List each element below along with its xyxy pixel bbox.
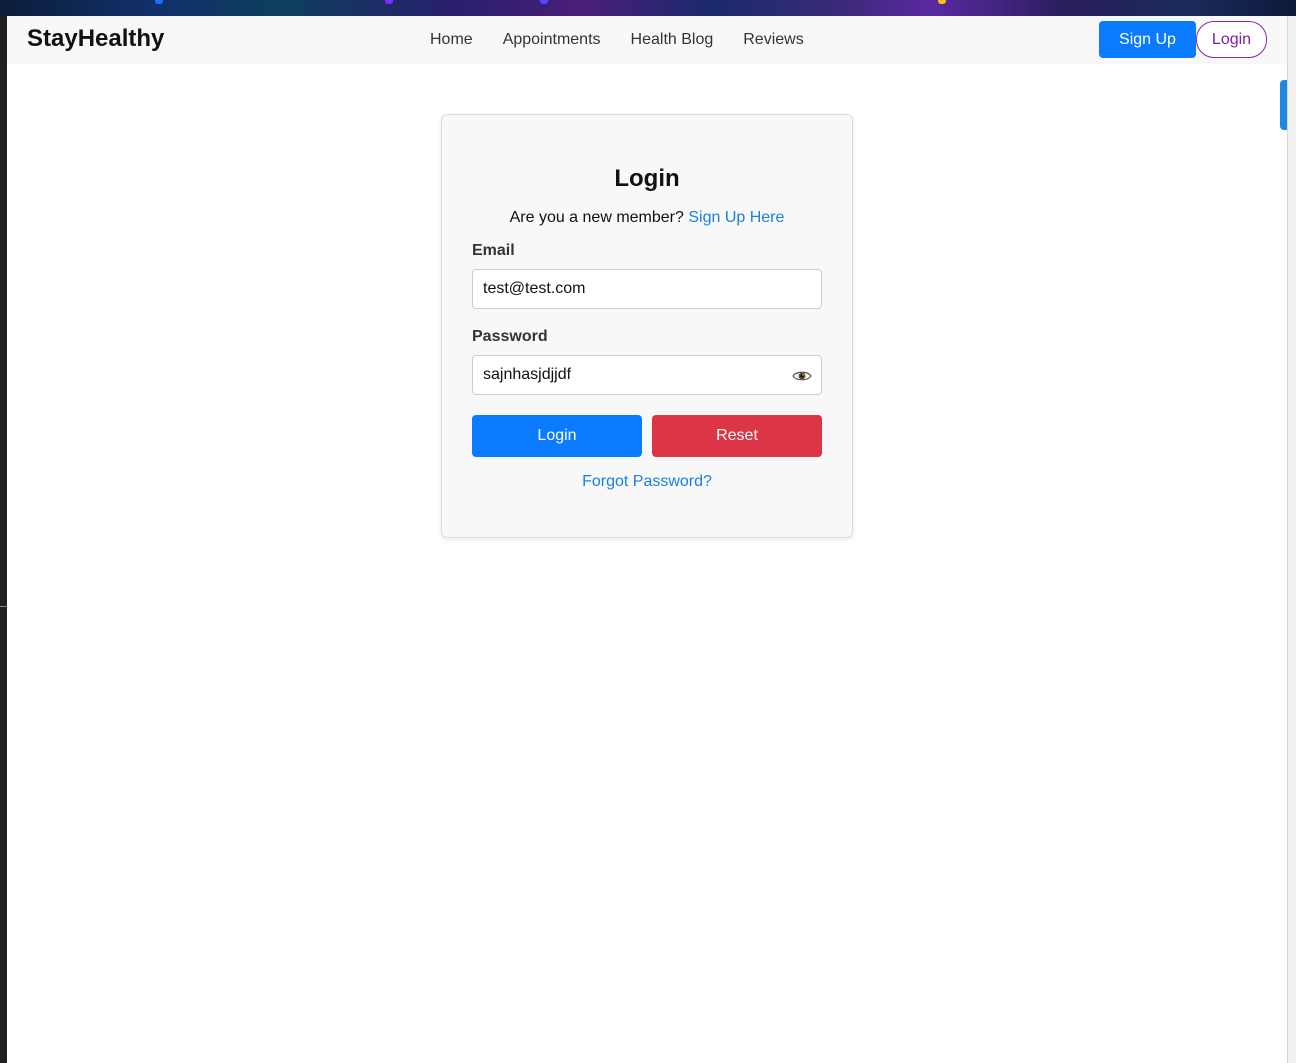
nav-login-button[interactable]: Login xyxy=(1196,21,1267,58)
email-field[interactable] xyxy=(472,269,822,309)
password-label: Password xyxy=(472,328,548,345)
nav-link-reviews[interactable]: Reviews xyxy=(743,31,803,49)
nav-signup-button[interactable]: Sign Up xyxy=(1099,21,1196,58)
member-prompt-text: Are you a new member? xyxy=(509,209,684,226)
window-scrollbar[interactable] xyxy=(1287,16,1296,1063)
member-prompt: Are you a new member? Sign Up Here xyxy=(442,209,852,227)
login-button[interactable]: Login xyxy=(472,415,642,457)
taskbar-dot xyxy=(155,0,163,4)
brand-logo[interactable]: StayHealthy xyxy=(27,25,164,53)
reset-button[interactable]: Reset xyxy=(652,415,822,457)
nav-links: Home Appointments Health Blog Reviews xyxy=(430,31,804,49)
email-label: Email xyxy=(472,242,515,259)
signup-here-link[interactable]: Sign Up Here xyxy=(688,209,784,226)
nav-link-health-blog[interactable]: Health Blog xyxy=(631,31,714,49)
desktop-left-edge xyxy=(0,16,7,1063)
eye-icon[interactable] xyxy=(792,366,812,386)
login-card: Login Are you a new member? Sign Up Here… xyxy=(441,114,853,538)
nav-link-home[interactable]: Home xyxy=(430,31,473,49)
nav-link-appointments[interactable]: Appointments xyxy=(503,31,601,49)
edge-tick xyxy=(0,606,7,607)
forgot-password-link[interactable]: Forgot Password? xyxy=(442,473,852,491)
taskbar-dot xyxy=(938,0,946,4)
taskbar-dot xyxy=(385,0,393,4)
side-panel-tab[interactable] xyxy=(1280,80,1287,130)
login-title: Login xyxy=(614,165,680,192)
desktop-taskbar-strip xyxy=(0,0,1296,16)
password-field[interactable] xyxy=(472,355,822,395)
taskbar-dot xyxy=(540,0,548,4)
top-navbar: StayHealthy Home Appointments Health Blo… xyxy=(7,16,1287,64)
